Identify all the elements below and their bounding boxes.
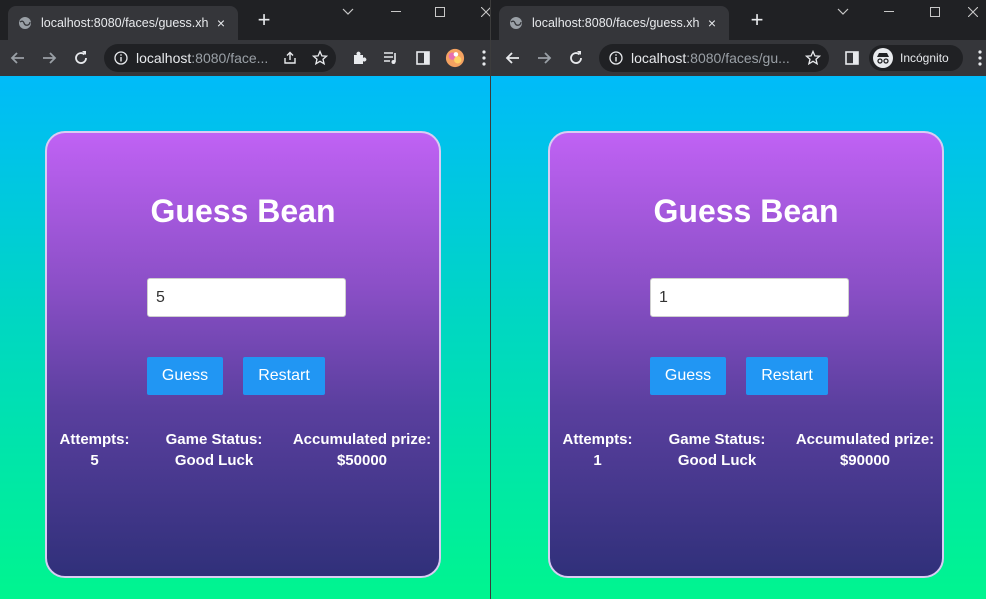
game-status-value: Good Luck — [677, 452, 757, 469]
url-text: localhost:8080/face... — [136, 50, 269, 66]
menu-dots-icon[interactable] — [974, 48, 986, 68]
globe-icon — [19, 17, 31, 29]
incognito-label: Incógnito — [900, 51, 949, 65]
guess-input[interactable] — [650, 278, 849, 317]
close-window-icon[interactable] — [963, 4, 983, 20]
game-stats: Attempts: 5 Game Status: Good Luck Accum… — [47, 429, 439, 469]
chevron-down-icon[interactable] — [338, 4, 358, 20]
address-bar[interactable]: localhost:8080/faces/gu... — [599, 44, 829, 72]
game-status-label: Game Status: — [668, 431, 766, 448]
side-panel-icon[interactable] — [842, 48, 862, 68]
chevron-down-icon[interactable] — [833, 4, 853, 20]
game-status-stat: Game Status: Good Luck — [662, 429, 772, 471]
game-status-stat: Game Status: Good Luck — [159, 429, 269, 471]
browser-tab[interactable]: localhost:8080/faces/guess.xhtml × — [499, 6, 729, 40]
info-icon[interactable] — [609, 51, 623, 65]
incognito-icon — [873, 48, 893, 68]
page-background: Guess Bean Guess Restart Attempts: 5 Gam… — [0, 76, 490, 599]
maximize-icon[interactable] — [430, 4, 450, 20]
browser-toolbar: localhost:8080/faces/gu... Incógnito — [491, 40, 986, 76]
close-window-icon[interactable] — [476, 4, 490, 20]
prize-stat: Accumulated prize: $90000 — [790, 429, 940, 471]
menu-dots-icon[interactable] — [478, 48, 490, 68]
guess-button[interactable]: Guess — [650, 357, 726, 395]
browser-window-left: localhost:8080/faces/guess.xhtml × + loc… — [0, 0, 490, 599]
game-title: Guess Bean — [653, 193, 839, 229]
prize-label: Accumulated prize: — [795, 431, 935, 448]
game-card: Guess Bean Guess Restart Attempts: 5 Gam… — [45, 131, 441, 578]
forward-arrow-icon[interactable] — [39, 48, 59, 68]
attempts-value: 5 — [90, 452, 99, 469]
minimize-icon[interactable] — [386, 4, 406, 20]
forward-arrow-icon[interactable] — [534, 48, 554, 68]
prize-value: $50000 — [336, 452, 388, 469]
url-text: localhost:8080/faces/gu... — [631, 50, 790, 66]
attempts-label: Attempts: — [59, 431, 130, 448]
extensions-puzzle-icon[interactable] — [349, 48, 369, 68]
restart-button[interactable]: Restart — [746, 357, 828, 395]
prize-label: Accumulated prize: — [292, 431, 432, 448]
game-status-value: Good Luck — [174, 452, 254, 469]
media-playlist-icon[interactable] — [381, 48, 401, 68]
tab-strip: localhost:8080/faces/guess.xhtml × + — [0, 0, 490, 40]
browser-toolbar: localhost:8080/face... — [0, 40, 490, 76]
page-background: Guess Bean Guess Restart Attempts: 1 Gam… — [491, 76, 986, 599]
attempts-label: Attempts: — [562, 431, 633, 448]
address-bar[interactable]: localhost:8080/face... — [104, 44, 336, 72]
star-icon[interactable] — [312, 50, 328, 66]
guess-button[interactable]: Guess — [147, 357, 223, 395]
incognito-indicator[interactable]: Incógnito — [869, 45, 963, 71]
prize-value: $90000 — [839, 452, 891, 469]
reload-icon[interactable] — [566, 48, 586, 68]
restart-button[interactable]: Restart — [243, 357, 325, 395]
tab-strip: localhost:8080/faces/guess.xhtml × + — [491, 0, 986, 40]
side-panel-icon[interactable] — [413, 48, 433, 68]
back-arrow-icon[interactable] — [8, 48, 28, 68]
new-tab-button[interactable]: + — [745, 8, 769, 32]
maximize-icon[interactable] — [925, 4, 945, 20]
reload-icon[interactable] — [71, 48, 91, 68]
close-tab-icon[interactable]: × — [705, 15, 719, 31]
browser-window-right: localhost:8080/faces/guess.xhtml × + loc… — [491, 0, 986, 599]
star-icon[interactable] — [805, 50, 821, 66]
game-stats: Attempts: 1 Game Status: Good Luck Accum… — [550, 429, 942, 469]
globe-icon — [510, 17, 522, 29]
profile-avatar-icon[interactable] — [445, 48, 465, 68]
back-arrow-icon[interactable] — [503, 48, 523, 68]
attempts-stat: Attempts: 1 — [560, 429, 635, 471]
attempts-value: 1 — [593, 452, 602, 469]
attempts-stat: Attempts: 5 — [57, 429, 132, 471]
minimize-icon[interactable] — [879, 4, 899, 20]
prize-stat: Accumulated prize: $50000 — [287, 429, 437, 471]
browser-tab[interactable]: localhost:8080/faces/guess.xhtml × — [8, 6, 238, 40]
guess-input[interactable] — [147, 278, 346, 317]
game-card: Guess Bean Guess Restart Attempts: 1 Gam… — [548, 131, 944, 578]
share-icon[interactable] — [282, 50, 298, 66]
new-tab-button[interactable]: + — [252, 8, 276, 32]
game-status-label: Game Status: — [165, 431, 263, 448]
close-tab-icon[interactable]: × — [214, 15, 228, 31]
tab-title: localhost:8080/faces/guess.xhtml — [41, 16, 208, 30]
tab-title: localhost:8080/faces/guess.xhtml — [532, 16, 699, 30]
game-title: Guess Bean — [150, 193, 336, 229]
info-icon[interactable] — [114, 51, 128, 65]
